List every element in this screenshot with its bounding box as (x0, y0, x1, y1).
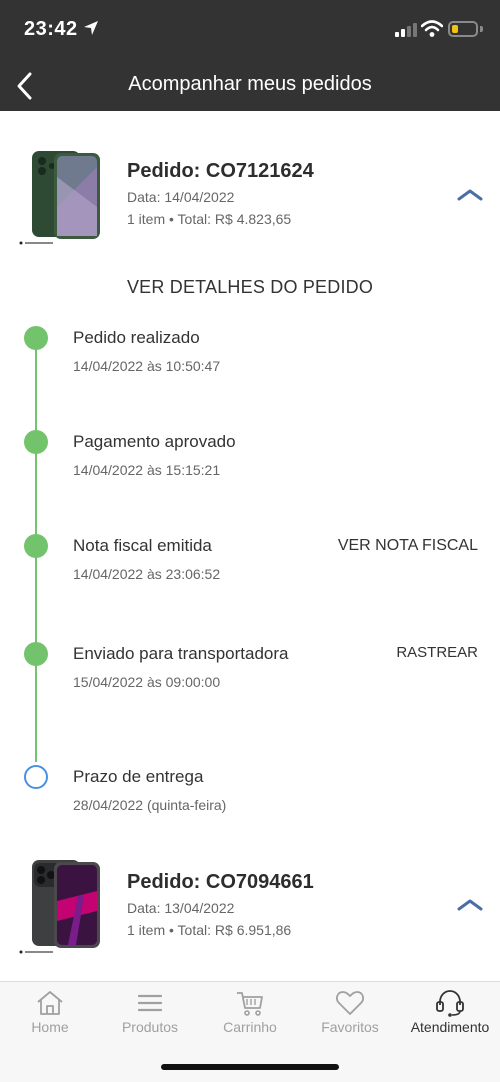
nav-home[interactable]: Home (0, 982, 100, 1042)
battery-icon (448, 21, 478, 37)
status-bar: 23:42 (0, 0, 500, 60)
timeline-dot-done (24, 534, 48, 558)
nav-products[interactable]: Produtos (100, 982, 200, 1042)
timeline-dot-done (24, 430, 48, 454)
nav-label: Produtos (121, 1019, 179, 1035)
nav-label: Carrinho (223, 1019, 277, 1035)
order-date: Data: 14/04/2022 (127, 189, 235, 205)
order-date: Data: 13/04/2022 (127, 900, 235, 916)
timeline-step-date: 14/04/2022 às 15:15:21 (73, 462, 221, 478)
product-image-graphite-phone (19, 860, 100, 954)
timeline-step-date: 14/04/2022 às 10:50:47 (73, 358, 221, 374)
timeline-step-date: 15/04/2022 às 09:00:00 (73, 674, 221, 690)
order-summary: 1 item • Total: R$ 6.951,86 (127, 922, 292, 938)
nav-support[interactable]: Atendimento (400, 982, 500, 1042)
timeline-dot-done (24, 642, 48, 666)
chevron-up-icon[interactable] (455, 895, 485, 915)
menu-icon (137, 994, 163, 1012)
timeline-step-title: Pagamento aprovado (73, 432, 236, 451)
order-summary: 1 item • Total: R$ 4.823,65 (127, 211, 292, 227)
home-icon (37, 991, 63, 1015)
track-shipment-button[interactable]: RASTREAR (396, 644, 478, 661)
wifi-icon (421, 20, 443, 37)
home-indicator[interactable] (161, 1064, 339, 1070)
timeline-step-date: 28/04/2022 (quinta-feira) (73, 797, 227, 813)
timeline-step-date: 14/04/2022 às 23:06:52 (73, 566, 221, 582)
order-number: Pedido: CO7121624 (127, 160, 314, 182)
nav-label: Home (31, 1019, 69, 1035)
timeline-dot-done (24, 326, 48, 350)
headset-icon (436, 990, 464, 1017)
timeline-step-title: Enviado para transportadora (73, 644, 289, 663)
timeline-step-title: Pedido realizado (73, 328, 200, 347)
location-arrow-icon (84, 21, 98, 35)
product-image-green-phone (19, 151, 100, 245)
app-header: Acompanhar meus pedidos (0, 60, 500, 111)
view-order-details-link[interactable]: VER DETALHES DO PEDIDO (0, 277, 500, 298)
chevron-up-icon[interactable] (455, 185, 485, 205)
heart-icon (336, 991, 364, 1015)
view-invoice-button[interactable]: VER NOTA FISCAL (338, 537, 478, 555)
nav-favorites[interactable]: Favoritos (300, 982, 400, 1042)
cellular-signal-icon (395, 21, 417, 37)
page-title: Acompanhar meus pedidos (128, 73, 372, 95)
order-card[interactable]: Pedido: CO7121624 Data: 14/04/2022 1 ite… (0, 111, 500, 261)
nav-cart[interactable]: Carrinho (200, 982, 300, 1042)
timeline-step-title: Prazo de entrega (73, 767, 204, 786)
nav-label: Favoritos (321, 1019, 379, 1035)
nav-label: Atendimento (410, 1019, 490, 1035)
order-number: Pedido: CO7094661 (127, 871, 314, 893)
cart-icon (237, 992, 263, 1016)
order-card[interactable]: Pedido: CO7094661 Data: 13/04/2022 1 ite… (0, 820, 500, 975)
status-time: 23:42 (24, 18, 78, 40)
timeline-step-title: Nota fiscal emitida (73, 536, 212, 555)
timeline-dot-pending (24, 765, 48, 789)
